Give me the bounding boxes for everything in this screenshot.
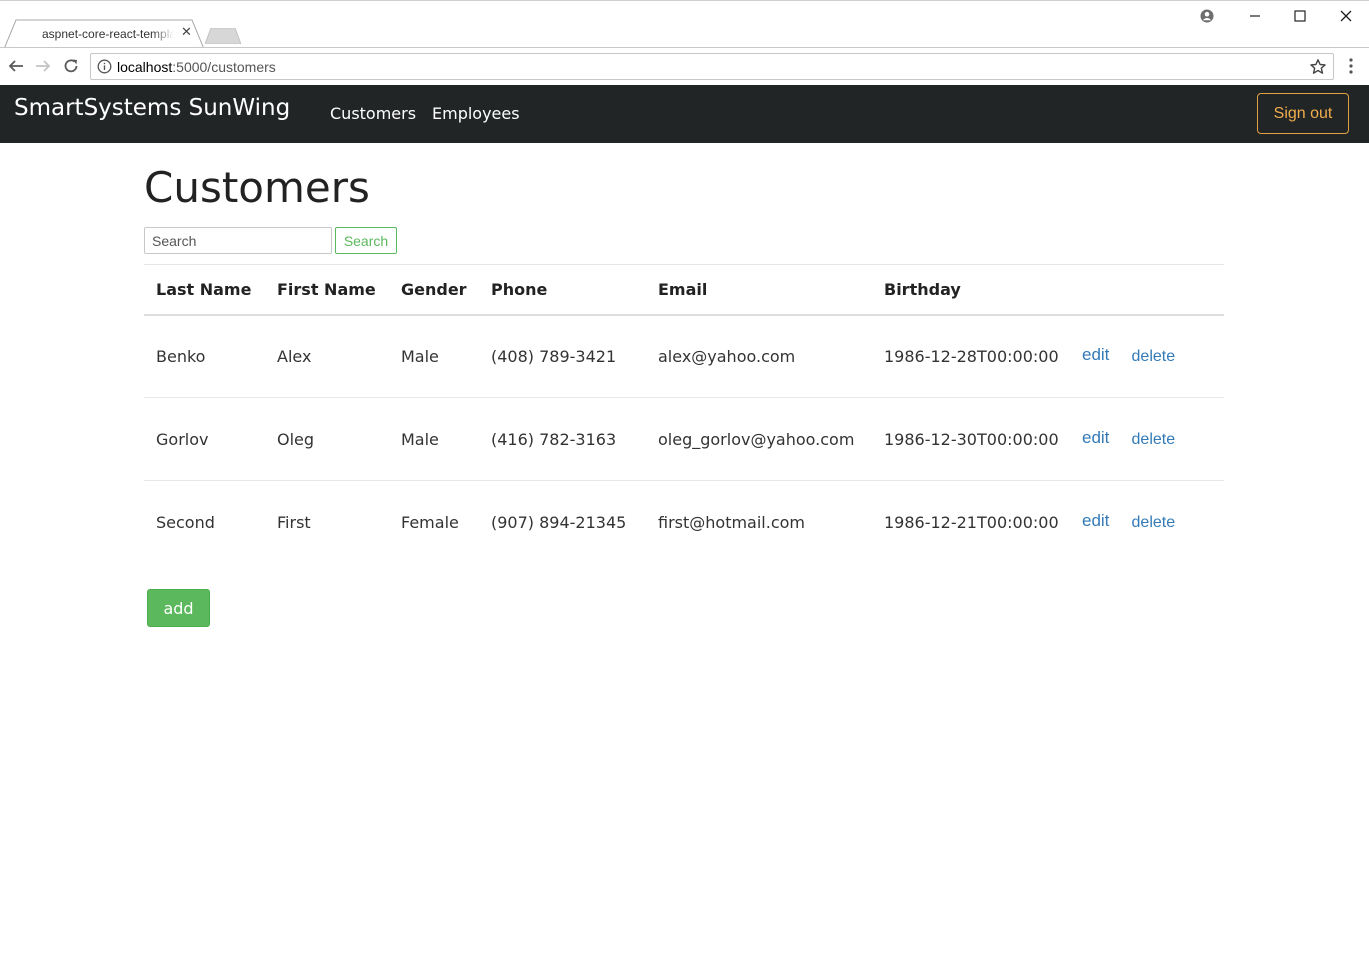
header-birthday: Birthday: [872, 264, 1082, 316]
cell-last-name: Benko: [156, 346, 206, 366]
header-actions: [1082, 264, 1224, 316]
header-gender: Gender: [389, 264, 479, 316]
table-row: Second First Female (907) 894-21345 firs…: [144, 480, 1224, 564]
cell-gender: Male: [389, 397, 479, 481]
customers-table: Last Name First Name Gender Phone Email …: [144, 264, 1224, 564]
table-row: Benko Alex Male (408) 789-3421 alex@yaho…: [144, 315, 1224, 398]
header-last-name: Last Name: [144, 264, 265, 316]
search-button[interactable]: Search: [335, 227, 397, 254]
edit-link[interactable]: edit: [1082, 511, 1109, 530]
cell-email: alex@yahoo.com: [658, 346, 796, 366]
add-customer-button[interactable]: add: [147, 589, 210, 627]
delete-link[interactable]: delete: [1132, 348, 1176, 365]
forward-arrow-icon[interactable]: [31, 54, 55, 78]
minimize-icon[interactable]: [1240, 5, 1270, 27]
header-phone: Phone: [479, 264, 646, 316]
maximize-icon[interactable]: [1285, 5, 1315, 27]
browser-tab-title[interactable]: aspnet-core-react-template: [42, 27, 174, 41]
cell-gender: Female: [389, 480, 479, 564]
cell-last-name: Second: [144, 480, 265, 564]
browser-titlebar: aspnet-core-react-template ✕: [0, 0, 1369, 49]
cell-email: first@hotmail.com: [646, 480, 872, 564]
cell-actions: edit delete: [1082, 397, 1224, 481]
sign-out-button[interactable]: Sign out: [1257, 93, 1349, 134]
nav-link-employees[interactable]: Employees: [432, 104, 520, 123]
brand-logo-text[interactable]: SmartSystems SunWing: [14, 95, 290, 121]
back-arrow-icon[interactable]: [4, 54, 28, 78]
page-title: Customers: [144, 163, 370, 212]
cell-phone: (907) 894-21345: [479, 480, 646, 564]
cell-first-name: Alex: [277, 346, 312, 366]
table-header-row: Last Name First Name Gender Phone Email …: [144, 264, 1224, 316]
url-text[interactable]: localhost:5000/customers: [117, 59, 276, 75]
browser-menu-icon[interactable]: [1343, 56, 1359, 76]
table-row: Gorlov Oleg Male (416) 782-3163 oleg_gor…: [144, 397, 1224, 481]
url-path: :5000/customers: [172, 59, 276, 75]
cell-phone: (408) 789-3421: [491, 346, 617, 366]
cell-birthday: 1986-12-21T00:00:00: [872, 480, 1082, 564]
profile-icon[interactable]: [1192, 5, 1222, 27]
cell-birthday: 1986-12-28T00:00:00: [884, 346, 1059, 366]
browser-toolbar: localhost:5000/customers: [0, 47, 1369, 85]
delete-link[interactable]: delete: [1132, 431, 1176, 448]
new-tab-button[interactable]: [205, 28, 241, 44]
nav-link-customers[interactable]: Customers: [330, 104, 416, 123]
cell-last-name: Gorlov: [144, 397, 265, 481]
edit-link[interactable]: edit: [1082, 428, 1109, 447]
app-navbar: SmartSystems SunWing Customers Employees…: [0, 85, 1369, 143]
header-first-name: First Name: [265, 264, 389, 316]
info-icon[interactable]: [97, 59, 112, 74]
url-host: localhost: [117, 59, 173, 75]
cell-first-name: First: [265, 480, 389, 564]
customers-table-container: Last Name First Name Gender Phone Email …: [144, 264, 1224, 564]
header-email: Email: [646, 264, 872, 316]
cell-phone: (416) 782-3163: [479, 397, 646, 481]
reload-icon[interactable]: [59, 54, 83, 78]
search-input[interactable]: [144, 227, 332, 254]
cell-actions: edit delete: [1082, 315, 1224, 398]
cell-email: oleg_gorlov@yahoo.com: [646, 397, 872, 481]
cell-gender: Male: [401, 346, 439, 366]
delete-link[interactable]: delete: [1132, 514, 1176, 531]
cell-birthday: 1986-12-30T00:00:00: [872, 397, 1082, 481]
window-close-icon[interactable]: [1331, 5, 1361, 27]
tab-close-icon[interactable]: ✕: [181, 25, 192, 40]
bookmark-star-icon[interactable]: [1309, 58, 1327, 76]
cell-actions: edit delete: [1082, 480, 1224, 564]
cell-first-name: Oleg: [265, 397, 389, 481]
address-bar[interactable]: localhost:5000/customers: [90, 53, 1334, 80]
edit-link[interactable]: edit: [1082, 345, 1109, 364]
